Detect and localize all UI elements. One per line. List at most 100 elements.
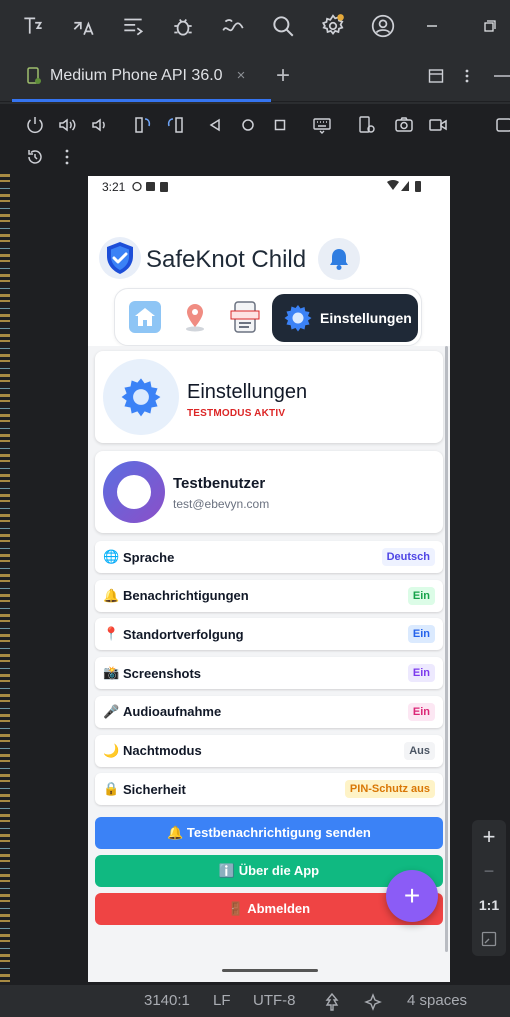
android-status-bar: 3:21 [88,176,450,198]
file-encoding[interactable]: UTF-8 [253,992,296,1009]
gear-icon [121,378,161,417]
user-name: Testbenutzer [173,475,266,492]
tab-label: Medium Phone API 36.0 [50,66,223,84]
translate-icon[interactable] [58,1,108,51]
settings-row[interactable]: 📸 Screenshots Ein [95,657,443,690]
row-emoji-icon: 📍 [103,626,120,642]
zoom-controls: + − 1:1 [472,820,506,956]
status-badge: Ein [407,586,435,605]
row-emoji-icon: 🌐 [103,549,120,564]
tab-close-icon[interactable]: × [237,67,246,84]
settings-row[interactable]: 📍 Standortverfolgung Ein [95,618,443,651]
camera-icon[interactable] [391,112,417,138]
status-badge: Ein [407,702,435,721]
rotate-left-icon[interactable] [130,112,156,138]
zoom-actual-size-button[interactable]: 1:1 [472,888,506,922]
tab-settings-label: Einstellungen [320,310,412,326]
status-badge: Ein [407,664,435,683]
user-profile-card[interactable]: Testbenutzer test@ebevyn.com [95,451,443,533]
settings-row[interactable]: 🔒 Sicherheit PIN-Schutz aus [95,773,443,806]
status-time: 3:21 [102,180,126,194]
back-icon[interactable] [202,112,228,138]
settings-row[interactable]: 🎤 Audioaufnahme Ein [95,695,443,728]
status-notification-icons [132,181,168,192]
status-badge: Ein [407,625,435,644]
account-icon[interactable] [358,1,408,51]
avatar [103,461,165,523]
settings-icon[interactable] [308,1,358,51]
line-ending[interactable]: LF [213,992,231,1009]
settings-row[interactable]: 🌐 Sprache Deutsch [95,541,443,573]
tab-device-emulator[interactable]: Medium Phone API 36.0 × [12,52,271,102]
notifications-button[interactable] [318,238,360,280]
editor-gutter-strip [0,174,10,984]
shield-logo-icon [99,237,141,279]
location-pin-icon [186,304,204,332]
volume-up-icon[interactable] [54,112,80,138]
row-label: Audioaufnahme [123,704,222,720]
row-emoji-icon: 🔒 [103,781,120,797]
status-badge: Aus [404,741,435,760]
zoom-in-button[interactable]: + [472,820,506,854]
status-badge: Deutsch [381,548,435,566]
overview-icon[interactable] [267,112,293,138]
minimize-window-button[interactable] [412,0,452,52]
rotate-right-icon[interactable] [162,112,188,138]
settings-header-card: Einstellungen TESTMODUS AKTIV [95,351,443,443]
volume-down-icon[interactable] [86,112,112,138]
indent-setting[interactable]: 4 spaces [407,992,467,1009]
vcs-tree-icon[interactable] [324,993,340,1011]
row-label: Nachtmodus [123,743,202,758]
gear-icon [284,305,312,332]
tab-home[interactable] [127,299,163,335]
window-layout-icon[interactable] [428,68,444,84]
restore-window-button[interactable] [470,0,510,52]
tab-location[interactable] [177,299,213,335]
settings-gear-badge [103,359,179,435]
emulator-more-icon[interactable] [54,144,80,170]
status-system-icons [387,180,421,192]
fit-screen-icon[interactable] [472,922,506,956]
device-settings-icon[interactable] [354,112,380,138]
hide-panel-icon[interactable] [492,68,510,84]
test-mode-label: TESTMODUS AKTIV [187,408,286,419]
user-email: test@ebevyn.com [173,497,270,511]
tab-settings[interactable]: Einstellungen [272,294,418,342]
debug-icon[interactable] [158,1,208,51]
tab-report[interactable] [227,299,263,335]
project-icon[interactable] [8,1,58,51]
video-record-icon[interactable] [425,112,451,138]
power-icon[interactable] [22,112,48,138]
row-label: Sicherheit [123,781,186,797]
settings-row[interactable]: 🔔 Benachrichtigungen Ein [95,579,443,612]
send-test-notification-button[interactable]: 🔔 Testbenachrichtigung senden [95,817,443,849]
settings-row[interactable]: 🌙 Nachtmodus Aus [95,734,443,767]
row-label: Benachrichtigungen [123,588,249,604]
app-title: SafeKnot Child [146,246,307,273]
add-fab-button[interactable]: + [386,870,438,922]
caret-position[interactable]: 3140:1 [144,992,190,1009]
status-badge: PIN-Schutz aus [344,780,435,799]
bell-icon [330,249,348,270]
profile-icon[interactable] [208,1,258,51]
snapshot-icon[interactable] [22,144,48,170]
phone-screen: 3:21 SafeKnot Child Einstellungen Einste… [88,176,450,982]
search-icon[interactable] [258,1,308,51]
keyboard-icon[interactable] [309,112,335,138]
house-icon [129,301,161,333]
extended-controls-icon[interactable] [490,112,510,138]
more-options-icon[interactable] [463,68,471,84]
device-icon [27,66,41,84]
zoom-out-button[interactable]: − [472,854,506,888]
emulator-toolbar [0,104,510,174]
home-icon[interactable] [235,112,261,138]
row-label: Screenshots [123,665,202,681]
row-emoji-icon: 📸 [103,665,120,681]
structure-icon[interactable] [108,1,158,51]
ai-assistant-icon[interactable] [364,993,382,1011]
scrollbar[interactable] [445,346,448,952]
gesture-home-bar[interactable] [222,969,318,972]
row-emoji-icon: 🎤 [103,703,120,719]
app-header: SafeKnot Child Einstellungen [88,198,450,358]
add-tab-button[interactable]: + [276,62,290,90]
